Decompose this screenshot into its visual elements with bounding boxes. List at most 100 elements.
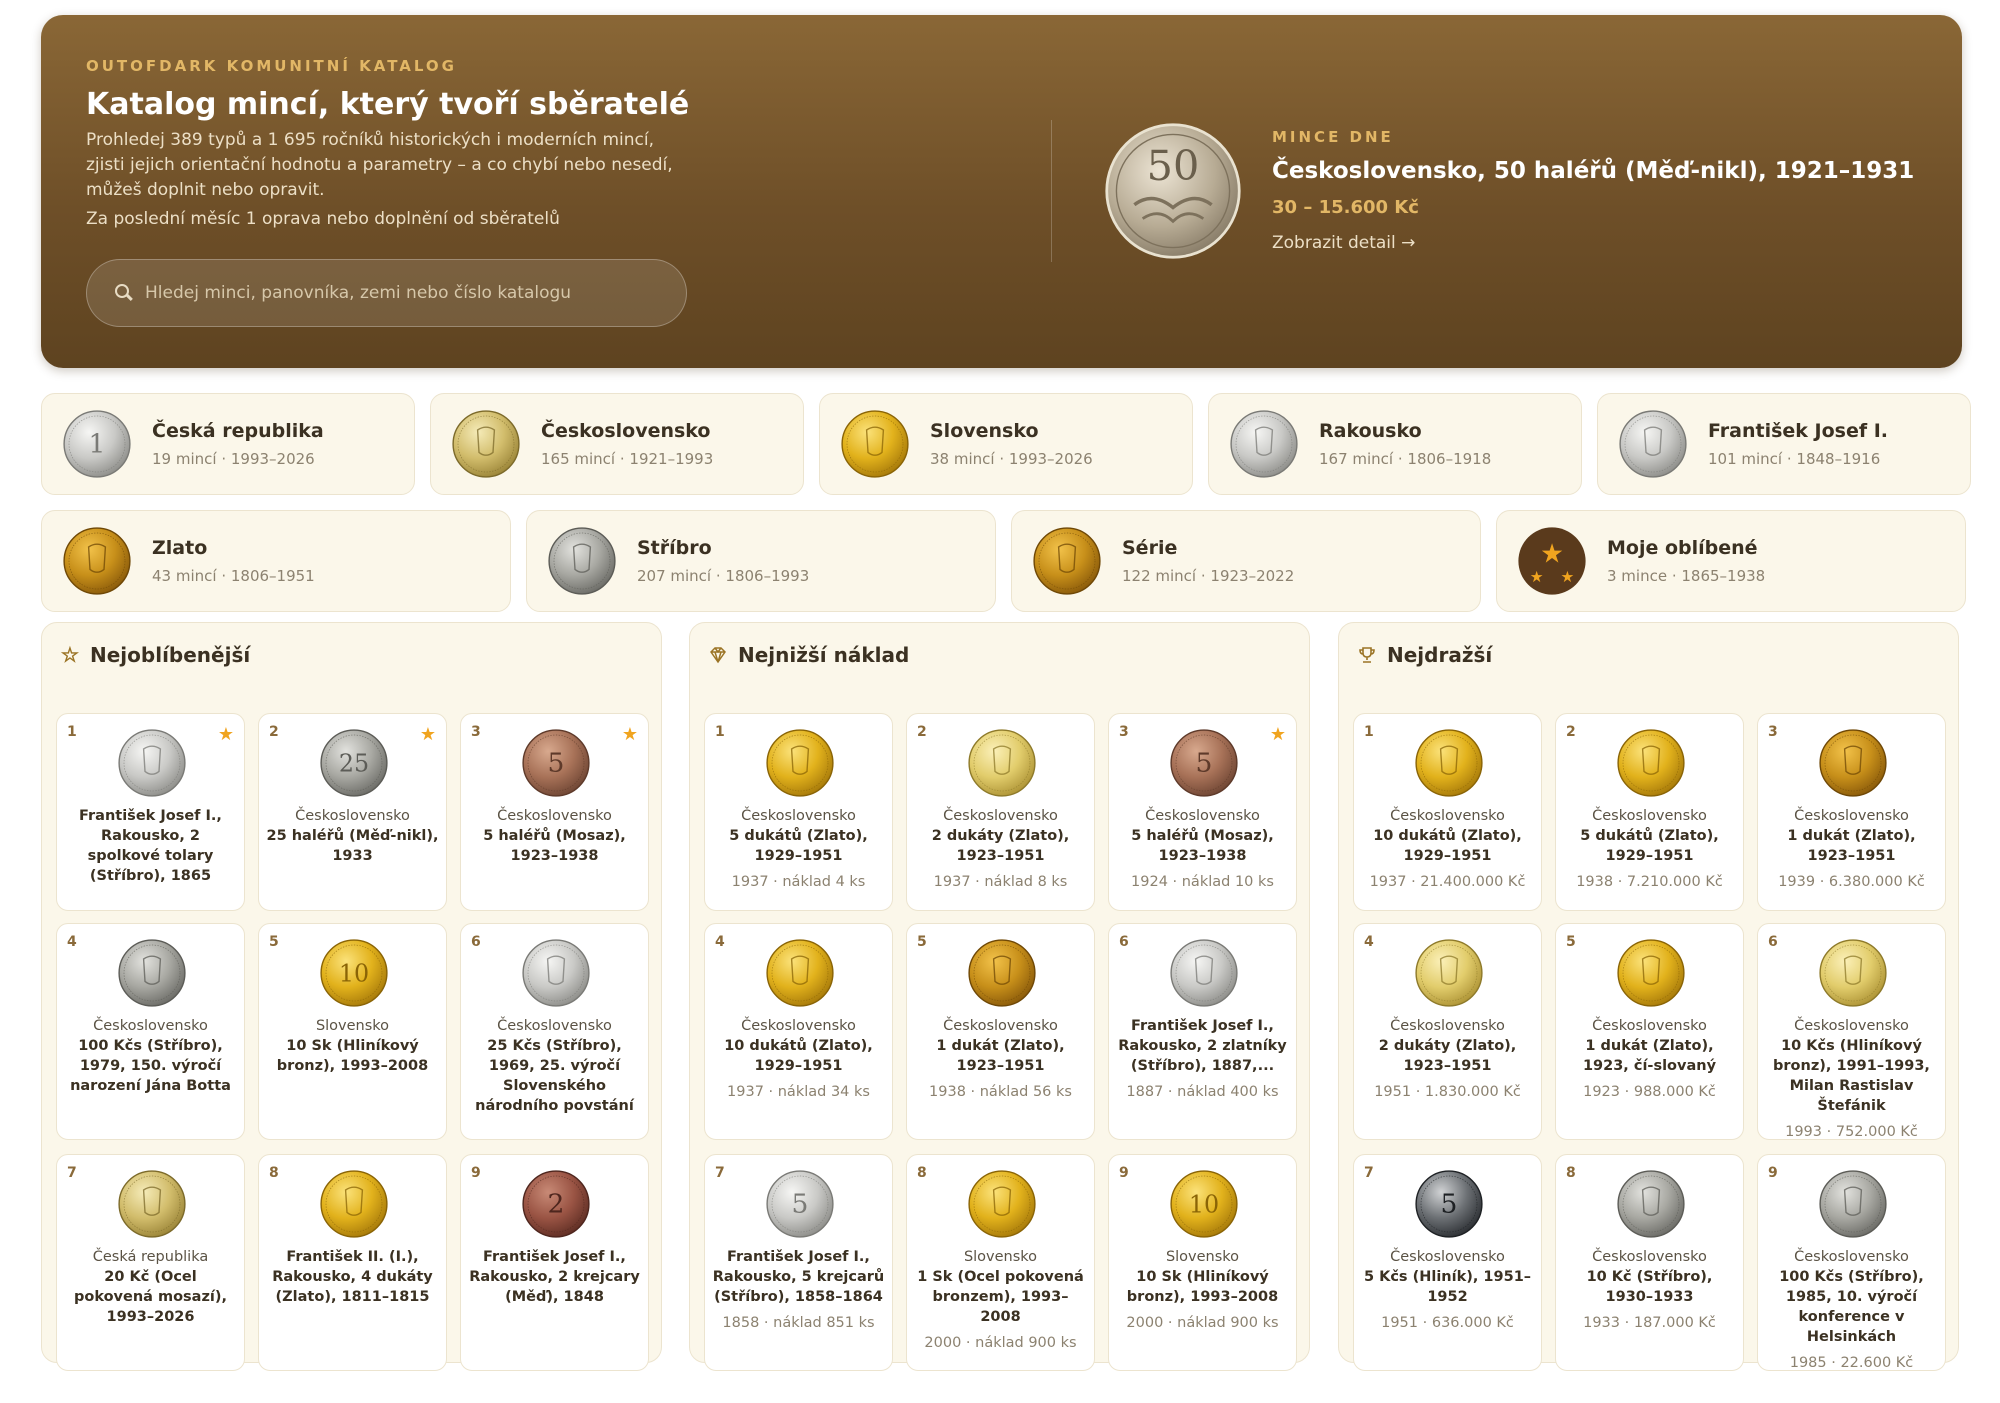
tile-name: 5 haléřů (Mosaz), 1923–1938 [483, 828, 626, 864]
coin-tile[interactable]: 9 10 Slovensko 10 Sk (Hliníkový bronz), 199… [1108, 1154, 1297, 1371]
category-card[interactable]: Československo 165 mincí · 1921–1993 [430, 393, 804, 495]
coin-image [118, 939, 186, 1007]
coin-tile[interactable]: 4 Československo 2 dukáty (Zlato), 1923–19… [1353, 923, 1542, 1140]
svg-text:★: ★ [62, 645, 78, 665]
coin-tile[interactable]: 1 ★ František Josef I., Rakousko, 2 spolko… [56, 713, 245, 911]
category-coin-icon [452, 410, 520, 478]
tile-body: František Josef I., Rakousko, 5 krejcarů… [711, 1247, 886, 1333]
category-coin-icon [841, 410, 909, 478]
tile-rank: 8 [1566, 1165, 1576, 1181]
coin-image [968, 1170, 1036, 1238]
tile-stat: 1937 · 21.400.000 Kč [1369, 874, 1526, 890]
coin-tile[interactable]: 2 ★ 25 Československo 25 haléřů (Měď-nikl), … [258, 713, 447, 911]
category-card[interactable]: Slovensko 38 mincí · 1993–2026 [819, 393, 1193, 495]
tile-stat: 2000 · náklad 900 ks [1126, 1315, 1279, 1331]
search-input[interactable] [145, 283, 686, 303]
coin-image [1415, 939, 1483, 1007]
coin-image [1819, 729, 1887, 797]
category-card[interactable]: Stříbro 207 mincí · 1806–1993 [526, 510, 996, 612]
coin-tile[interactable]: 5 Československo 1 dukát (Zlato), 1923, čí… [1555, 923, 1744, 1140]
coin-tile[interactable]: 8 Československo 10 Kč (Stříbro), 1930–193… [1555, 1154, 1744, 1371]
coin-tile[interactable]: 8 Slovensko 1 Sk (Ocel pokovená bronzem), … [906, 1154, 1095, 1371]
coin-tile[interactable]: 2 Československo 5 dukátů (Zlato), 1929–19… [1555, 713, 1744, 911]
tile-stat: 1951 · 636.000 Kč [1381, 1315, 1514, 1331]
tile-stat: 1923 · 988.000 Kč [1583, 1084, 1716, 1100]
category-card[interactable]: 1 Česká republika 19 mincí · 1993–2026 [41, 393, 415, 495]
hero-description: Prohledej 389 typů a 1 695 ročníků histo… [86, 130, 673, 200]
coin-tile[interactable]: 4 Československo 100 Kčs (Stříbro), 1979, … [56, 923, 245, 1140]
favorite-star-icon[interactable]: ★ [622, 724, 638, 745]
coin-tile[interactable]: 3 Československo 1 dukát (Zlato), 1923–195… [1757, 713, 1946, 911]
tile-country: Československo [1794, 1249, 1909, 1265]
favorite-star-icon[interactable]: ★ [420, 724, 436, 745]
coin-tile[interactable]: 4 Československo 10 dukátů (Zlato), 1929–1… [704, 923, 893, 1140]
tile-name: 100 Kčs (Stříbro), 1985, 10. výročí konf… [1779, 1269, 1924, 1345]
coin-of-day-label: 50 [1147, 142, 1200, 190]
coin-of-day-price: 30 – 15.600 Kč [1272, 197, 1419, 218]
coin-tile[interactable]: 9 Československo 100 Kčs (Stříbro), 1985, … [1757, 1154, 1946, 1371]
svg-text:2: 2 [548, 1188, 565, 1219]
tile-body: Československo 10 Kčs (Hliníkový bronz), … [1764, 1016, 1939, 1142]
tile-body: Československo 5 dukátů (Zlato), 1929–195… [1562, 806, 1737, 892]
panel-header: Nejnižší náklad [708, 643, 909, 667]
tile-name: 5 haléřů (Mosaz), 1923–1938 [1131, 828, 1274, 864]
tile-country: Česká republika [92, 1249, 209, 1265]
tile-body: Československo 5 dukátů (Zlato), 1929–195… [711, 806, 886, 892]
coin-tile[interactable]: 2 Československo 2 dukáty (Zlato), 1923–19… [906, 713, 1095, 911]
tile-rank: 6 [1119, 934, 1129, 950]
coin-of-day-image[interactable]: 50 [1104, 122, 1242, 260]
coin-tile[interactable]: 6 František Josef I., Rakousko, 2 zlatník… [1108, 923, 1297, 1140]
favorite-star-icon[interactable]: ★ [1270, 724, 1286, 745]
coin-tile[interactable]: 5 Československo 1 dukát (Zlato), 1923–195… [906, 923, 1095, 1140]
category-meta: 101 mincí · 1848–1916 [1708, 450, 1881, 468]
coin-image [1415, 729, 1483, 797]
coin-image [1617, 939, 1685, 1007]
tile-rank: 2 [269, 724, 279, 740]
coin-tile[interactable]: 5 10 Slovensko 10 Sk (Hliníkový bronz), 199… [258, 923, 447, 1140]
tile-country: Slovensko [315, 1018, 390, 1034]
panel-title: Nejoblíbenější [90, 643, 251, 667]
category-text: František Josef I. 101 mincí · 1848–1916 [1708, 420, 1888, 468]
tile-country: Československo [943, 1018, 1058, 1034]
category-card[interactable]: ★ ★ ★ Moje oblíbené 3 mince · 1865–1938 [1496, 510, 1966, 612]
favorite-star-icon[interactable]: ★ [218, 724, 234, 745]
category-card[interactable]: František Josef I. 101 mincí · 1848–1916 [1597, 393, 1971, 495]
coin-tile[interactable]: 3 ★ 5 Československo 5 haléřů (Mosaz), 1923–… [1108, 713, 1297, 911]
tile-rank: 7 [1364, 1165, 1374, 1181]
panel-title: Nejnižší náklad [738, 643, 910, 667]
coin-of-day-detail-link[interactable]: Zobrazit detail → [1272, 233, 1415, 253]
tile-body: František II. (I.), Rakousko, 4 dukáty (… [265, 1247, 440, 1307]
coin-tile[interactable]: 7 Česká republika 20 Kč (Ocel pokovená mos… [56, 1154, 245, 1371]
coin-tile[interactable]: 1 Československo 5 dukátů (Zlato), 1929–19… [704, 713, 893, 911]
coin-image [766, 939, 834, 1007]
coin-image [1617, 1170, 1685, 1238]
hero-note: Za poslední měsíc 1 oprava nebo doplnění… [86, 209, 560, 229]
tile-rank: 1 [715, 724, 725, 740]
coin-of-day-eyebrow: MINCE DNE [1272, 128, 1394, 146]
tile-stat: 1938 · náklad 56 ks [929, 1084, 1072, 1100]
search-bar[interactable] [86, 259, 687, 327]
coin-tile[interactable]: 7 5 Československo 5 Kčs (Hliník), 1951–195… [1353, 1154, 1542, 1371]
category-card[interactable]: Rakousko 167 mincí · 1806–1918 [1208, 393, 1582, 495]
tile-rank: 9 [1119, 1165, 1129, 1181]
coin-tile[interactable]: 9 2 František Josef I., Rakousko, 2 krejca… [460, 1154, 649, 1371]
coin-image: 25 [320, 729, 388, 797]
category-meta: 3 mince · 1865–1938 [1607, 567, 1766, 585]
category-coin-icon [1230, 410, 1298, 478]
tile-rank: 2 [1566, 724, 1576, 740]
coin-tile[interactable]: 7 5 František Josef I., Rakousko, 5 krejca… [704, 1154, 893, 1371]
coin-tile[interactable]: 6 Československo 25 Kčs (Stříbro), 1969, 2… [460, 923, 649, 1140]
coin-tile[interactable]: 6 Československo 10 Kčs (Hliníkový bronz),… [1757, 923, 1946, 1140]
tile-country: Československo [741, 808, 856, 824]
category-text: Česká republika 19 mincí · 1993–2026 [152, 420, 324, 468]
tile-body: Slovensko 1 Sk (Ocel pokovená bronzem), 1… [913, 1247, 1088, 1353]
category-card[interactable]: Série 122 mincí · 1923–2022 [1011, 510, 1481, 612]
tile-rank: 9 [1768, 1165, 1778, 1181]
coin-tile[interactable]: 8 František II. (I.), Rakousko, 4 dukáty … [258, 1154, 447, 1371]
tile-body: Česká republika 20 Kč (Ocel pokovená mosa… [63, 1247, 238, 1327]
category-card[interactable]: Zlato 43 mincí · 1806–1951 [41, 510, 511, 612]
coin-tile[interactable]: 1 Československo 10 dukátů (Zlato), 1929–1… [1353, 713, 1542, 911]
coin-image: 10 [1170, 1170, 1238, 1238]
coin-tile[interactable]: 3 ★ 5 Československo 5 haléřů (Mosaz), 1923–… [460, 713, 649, 911]
coin-of-day-title[interactable]: Československo, 50 haléřů (Měď-nikl), 19… [1272, 158, 1914, 184]
